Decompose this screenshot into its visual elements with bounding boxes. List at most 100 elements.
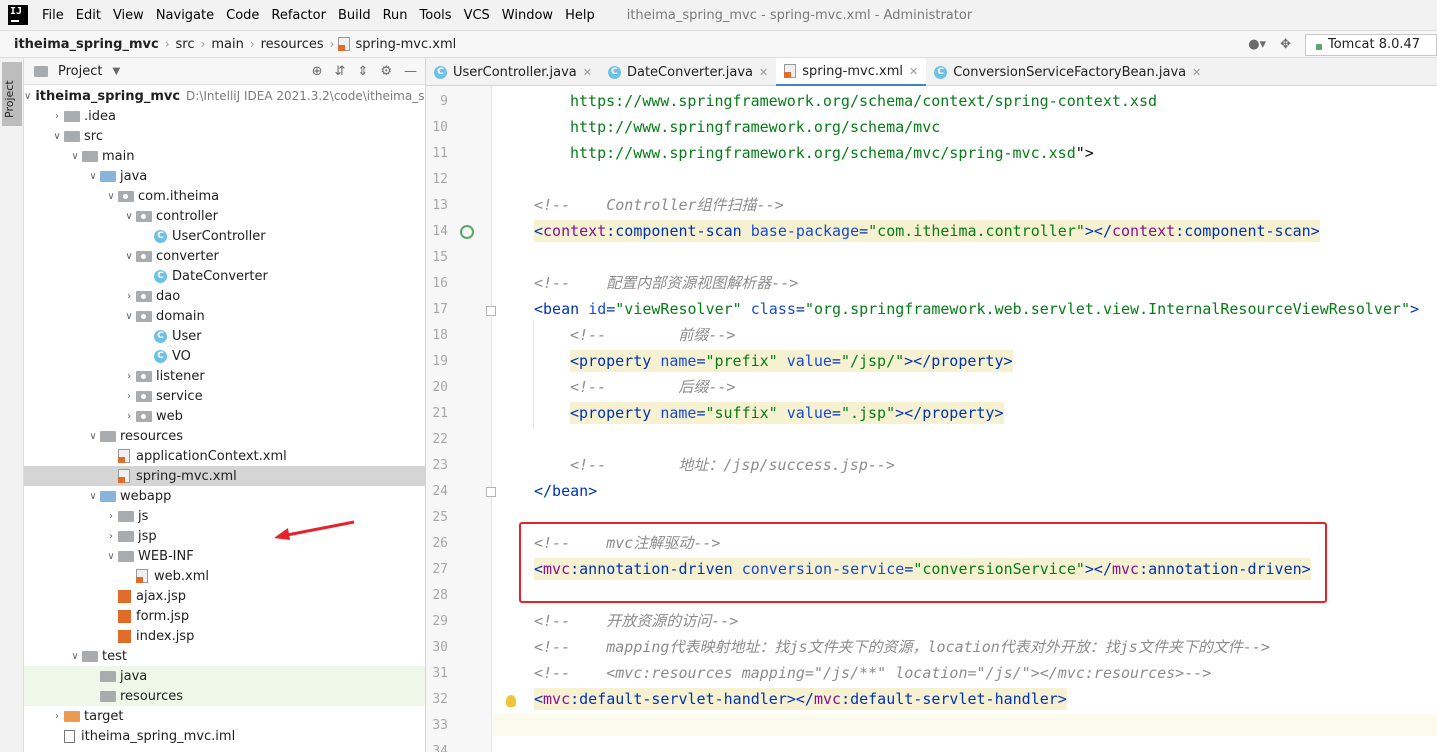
chevron-down-icon[interactable]: ∨ — [50, 131, 64, 142]
chevron-down-icon[interactable]: ∨ — [24, 91, 31, 102]
chevron-down-icon[interactable]: ∨ — [104, 191, 118, 202]
project-view-selector[interactable]: Project — [58, 64, 102, 79]
chevron-right-icon[interactable]: › — [122, 291, 136, 302]
folder-blue-icon — [100, 490, 116, 502]
code-editor[interactable]: 9 10 11 12 13 14 15 16 17 18 19 20 21 22 23 24 25 26 27 28 2… — [426, 86, 1437, 752]
tree-item[interactable]: › js — [24, 506, 425, 526]
breadcrumb-item[interactable]: main — [209, 37, 245, 52]
tree-item[interactable]: ∨ WEB-INF — [24, 546, 425, 566]
code-token: "prefix" — [705, 352, 778, 370]
tree-item[interactable]: ∨ converter — [24, 246, 425, 266]
hammer-icon[interactable]: ✥ — [1280, 37, 1291, 52]
close-icon[interactable]: ✕ — [909, 65, 918, 78]
menu-tools[interactable]: Tools — [414, 8, 458, 23]
chevron-right-icon[interactable]: › — [104, 531, 118, 542]
chevron-down-icon[interactable]: ∨ — [86, 171, 100, 182]
tree-item[interactable]: ajax.jsp — [24, 586, 425, 606]
tree-item[interactable]: ∨ resources — [24, 426, 425, 446]
tree-item[interactable]: › jsp — [24, 526, 425, 546]
fold-marker[interactable] — [486, 487, 496, 497]
breadcrumb-item[interactable]: spring-mvc.xml — [353, 37, 458, 52]
fold-marker[interactable] — [486, 306, 496, 316]
menu-file[interactable]: File — [36, 8, 70, 23]
chevron-down-icon[interactable]: ∨ — [68, 651, 82, 662]
tree-item[interactable]: web.xml — [24, 566, 425, 586]
tree-item[interactable]: java — [24, 666, 425, 686]
menu-refactor[interactable]: Refactor — [265, 8, 332, 23]
tree-item[interactable]: ∨ controller — [24, 206, 425, 226]
tree-item[interactable]: C DateConverter — [24, 266, 425, 286]
tree-item[interactable]: resources — [24, 686, 425, 706]
tree-item[interactable]: spring-mvc.xml — [24, 466, 425, 486]
folder-icon — [118, 550, 134, 562]
menu-edit[interactable]: Edit — [70, 8, 107, 23]
xml-icon — [118, 469, 130, 483]
code-line: <!-- <mvc:resources mapping="/js/**" loc… — [534, 662, 1211, 684]
tree-item[interactable]: ∨ com.itheima — [24, 186, 425, 206]
tree-item[interactable]: › target — [24, 706, 425, 726]
menu-run[interactable]: Run — [377, 8, 414, 23]
tree-item[interactable]: C User — [24, 326, 425, 346]
tree-item[interactable]: applicationContext.xml — [24, 446, 425, 466]
chevron-down-icon[interactable]: ▼ — [112, 66, 120, 77]
chevron-right-icon[interactable]: › — [122, 391, 136, 402]
chevron-down-icon[interactable]: ∨ — [104, 551, 118, 562]
editor-tab[interactable]: C DateConverter.java ✕ — [600, 58, 776, 86]
breadcrumb-item[interactable]: resources — [259, 37, 326, 52]
close-icon[interactable]: ✕ — [759, 66, 768, 79]
tree-item[interactable]: form.jsp — [24, 606, 425, 626]
chevron-down-icon[interactable]: ∨ — [122, 211, 136, 222]
chevron-right-icon[interactable]: › — [50, 111, 64, 122]
menu-view[interactable]: View — [107, 8, 150, 23]
tree-item[interactable]: itheima_spring_mvc.iml — [24, 726, 425, 746]
tree-item[interactable]: ∨ main — [24, 146, 425, 166]
tree-item[interactable]: ∨ domain — [24, 306, 425, 326]
tree-item[interactable]: ∨ src — [24, 126, 425, 146]
chevron-down-icon[interactable]: ∨ — [122, 251, 136, 262]
menu-navigate[interactable]: Navigate — [150, 8, 220, 23]
tree-item[interactable]: ∨ webapp — [24, 486, 425, 506]
locate-icon[interactable]: ⊕ — [312, 64, 323, 79]
tree-item[interactable]: › web — [24, 406, 425, 426]
code-token: <!-- Controller组件扫描--> — [534, 196, 784, 214]
tree-item[interactable]: ∨ test — [24, 646, 425, 666]
gear-icon[interactable]: ⚙ — [380, 64, 392, 79]
menu-vcs[interactable]: VCS — [458, 8, 496, 23]
chevron-right-icon[interactable]: › — [104, 511, 118, 522]
chevron-right-icon[interactable]: › — [122, 371, 136, 382]
tree-item[interactable]: › .idea — [24, 106, 425, 126]
chevron-down-icon[interactable]: ∨ — [86, 491, 100, 502]
code-token: value — [786, 404, 832, 422]
menu-window[interactable]: Window — [496, 8, 559, 23]
menu-build[interactable]: Build — [332, 8, 377, 23]
collapse-all-icon[interactable]: ⇕ — [357, 64, 368, 79]
tree-item[interactable]: ∨ itheima_spring_mvc D:\IntelliJ IDEA 2021… — [24, 86, 425, 106]
close-icon[interactable]: ✕ — [583, 66, 592, 79]
tree-item[interactable]: › service — [24, 386, 425, 406]
chevron-right-icon[interactable]: › — [122, 411, 136, 422]
tree-item[interactable]: › listener — [24, 366, 425, 386]
breadcrumb-item[interactable]: src — [174, 37, 197, 52]
tree-item[interactable]: ∨ java — [24, 166, 425, 186]
chevron-down-icon[interactable]: ∨ — [122, 311, 136, 322]
chevron-down-icon[interactable]: ∨ — [68, 151, 82, 162]
chevron-down-icon[interactable]: ∨ — [86, 431, 100, 442]
editor-tab[interactable]: spring-mvc.xml ✕ — [776, 58, 927, 86]
menu-help[interactable]: Help — [559, 8, 601, 23]
breadcrumb-item[interactable]: itheima_spring_mvc — [12, 37, 161, 52]
close-icon[interactable]: ✕ — [1192, 66, 1201, 79]
editor-tab[interactable]: C ConversionServiceFactoryBean.java ✕ — [926, 58, 1209, 86]
tree-item[interactable]: index.jsp — [24, 626, 425, 646]
hide-icon[interactable]: — — [404, 64, 417, 79]
editor-tab[interactable]: C UserController.java ✕ — [426, 58, 600, 86]
expand-all-icon[interactable]: ⇵ — [335, 64, 346, 79]
chevron-right-icon[interactable]: › — [50, 711, 64, 722]
user-icon[interactable]: ●▾ — [1248, 37, 1266, 52]
menu-code[interactable]: Code — [220, 8, 265, 23]
tree-item[interactable]: C UserController — [24, 226, 425, 246]
tree-item[interactable]: C VO — [24, 346, 425, 366]
run-configuration-selector[interactable]: Tomcat 8.0.47 — [1305, 33, 1437, 56]
spring-bean-icon[interactable] — [460, 225, 474, 239]
lightbulb-icon[interactable] — [506, 695, 516, 707]
tree-item[interactable]: › dao — [24, 286, 425, 306]
